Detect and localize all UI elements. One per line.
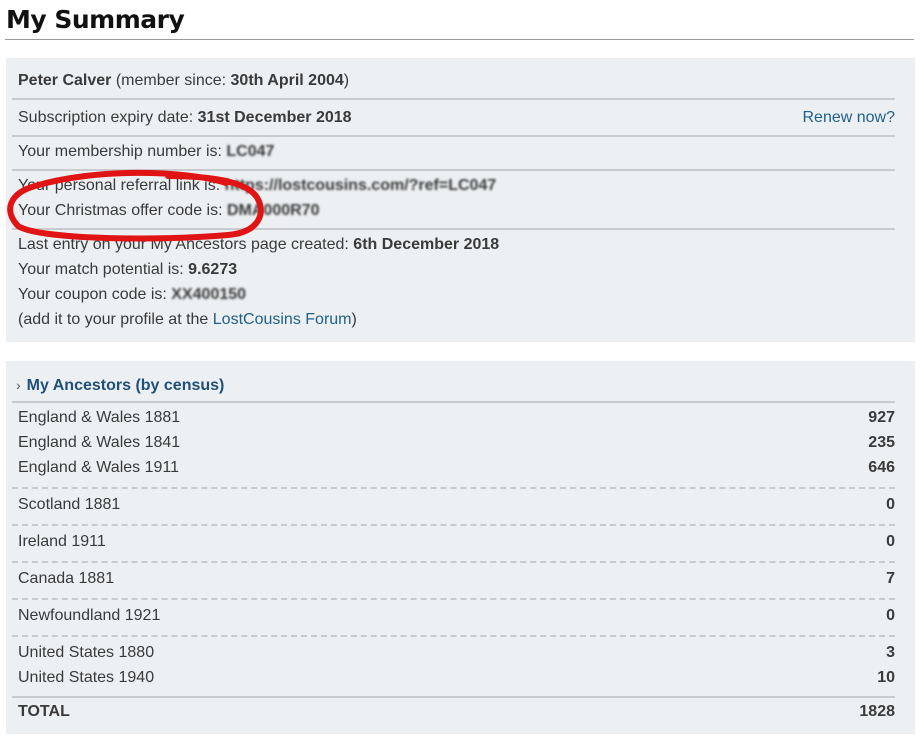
membership-number: LC047: [226, 143, 275, 160]
coupon-row: Your coupon code is: XX400150: [18, 286, 247, 303]
dashed-divider: [12, 635, 895, 637]
member-since-date: 30th April 2004: [230, 72, 344, 89]
census-name: Ireland 1911: [18, 533, 106, 550]
renew-link[interactable]: Renew now?: [803, 106, 896, 130]
census-count: 10: [877, 669, 895, 686]
total-label: TOTAL: [18, 703, 70, 720]
membership-row: Your membership number is: LC047: [18, 143, 275, 160]
total-row: TOTAL 1828: [18, 700, 895, 724]
last-entry-date: 6th December 2018: [353, 236, 500, 253]
forum-row: (add it to your profile at the LostCousi…: [18, 311, 357, 328]
total-value: 1828: [859, 703, 895, 720]
dashed-divider: [12, 561, 895, 563]
census-row: England & Wales 1881 927: [18, 406, 895, 430]
ancestors-panel: › My Ancestors (by census) England & Wale…: [6, 361, 915, 734]
ancestors-heading[interactable]: › My Ancestors (by census): [16, 373, 224, 397]
census-name: Scotland 1881: [18, 496, 121, 513]
ancestors-heading-label: My Ancestors (by census): [26, 377, 225, 394]
census-row: Newfoundland 1921 0: [18, 604, 895, 628]
match-potential-value: 9.6273: [188, 261, 238, 278]
census-count: 7: [886, 570, 895, 587]
census-count: 235: [868, 434, 895, 451]
divider: [12, 228, 895, 230]
divider: [12, 169, 895, 171]
census-row: Ireland 1911 0: [18, 530, 895, 554]
summary-panel: Peter Calver (member since: 30th April 2…: [6, 58, 915, 342]
divider: [12, 401, 895, 403]
census-count: 0: [886, 533, 895, 550]
referral-link[interactable]: https://lostcousins.com/?ref=LC047: [225, 177, 497, 194]
census-count: 646: [868, 459, 895, 476]
last-entry-row: Last entry on your My Ancestors page cre…: [18, 236, 500, 253]
census-count: 0: [886, 496, 895, 513]
dashed-divider: [12, 487, 895, 489]
census-row: United States 1880 3: [18, 641, 895, 665]
census-row: England & Wales 1911 646: [18, 456, 895, 480]
expiry-row: Subscription expiry date: 31st December …: [18, 106, 895, 130]
dashed-divider: [12, 598, 895, 600]
member-row: Peter Calver (member since: 30th April 2…: [18, 72, 350, 89]
census-name: England & Wales 1881: [18, 409, 181, 426]
page-title: My Summary: [6, 5, 185, 34]
census-row: United States 1940 10: [18, 666, 895, 690]
christmas-offer-code: DMA000R70: [226, 202, 320, 219]
divider: [12, 135, 895, 137]
census-name: England & Wales 1841: [18, 434, 181, 451]
expiry-date: 31st December 2018: [197, 109, 352, 126]
match-potential-row: Your match potential is: 9.6273: [18, 261, 238, 278]
christmas-offer-row: Your Christmas offer code is: DMA000R70: [18, 202, 320, 219]
census-row: England & Wales 1841 235: [18, 431, 895, 455]
member-name: Peter Calver: [18, 72, 112, 89]
census-count: 927: [868, 409, 895, 426]
chevron-right-icon: ›: [16, 377, 21, 393]
census-name: United States 1880: [18, 644, 155, 661]
census-row: Scotland 1881 0: [18, 493, 895, 517]
dashed-divider: [12, 524, 895, 526]
census-count: 0: [886, 607, 895, 624]
referral-row: Your personal referral link is: https://…: [18, 177, 497, 194]
divider: [12, 98, 895, 100]
divider: [12, 696, 895, 698]
census-name: Canada 1881: [18, 570, 115, 587]
census-name: United States 1940: [18, 669, 155, 686]
census-name: Newfoundland 1921: [18, 607, 161, 624]
census-name: England & Wales 1911: [18, 459, 179, 476]
census-count: 3: [886, 644, 895, 661]
census-row: Canada 1881 7: [18, 567, 895, 591]
title-divider: [5, 39, 914, 40]
coupon-code: XX400150: [171, 286, 247, 303]
forum-link[interactable]: LostCousins Forum: [213, 311, 352, 328]
